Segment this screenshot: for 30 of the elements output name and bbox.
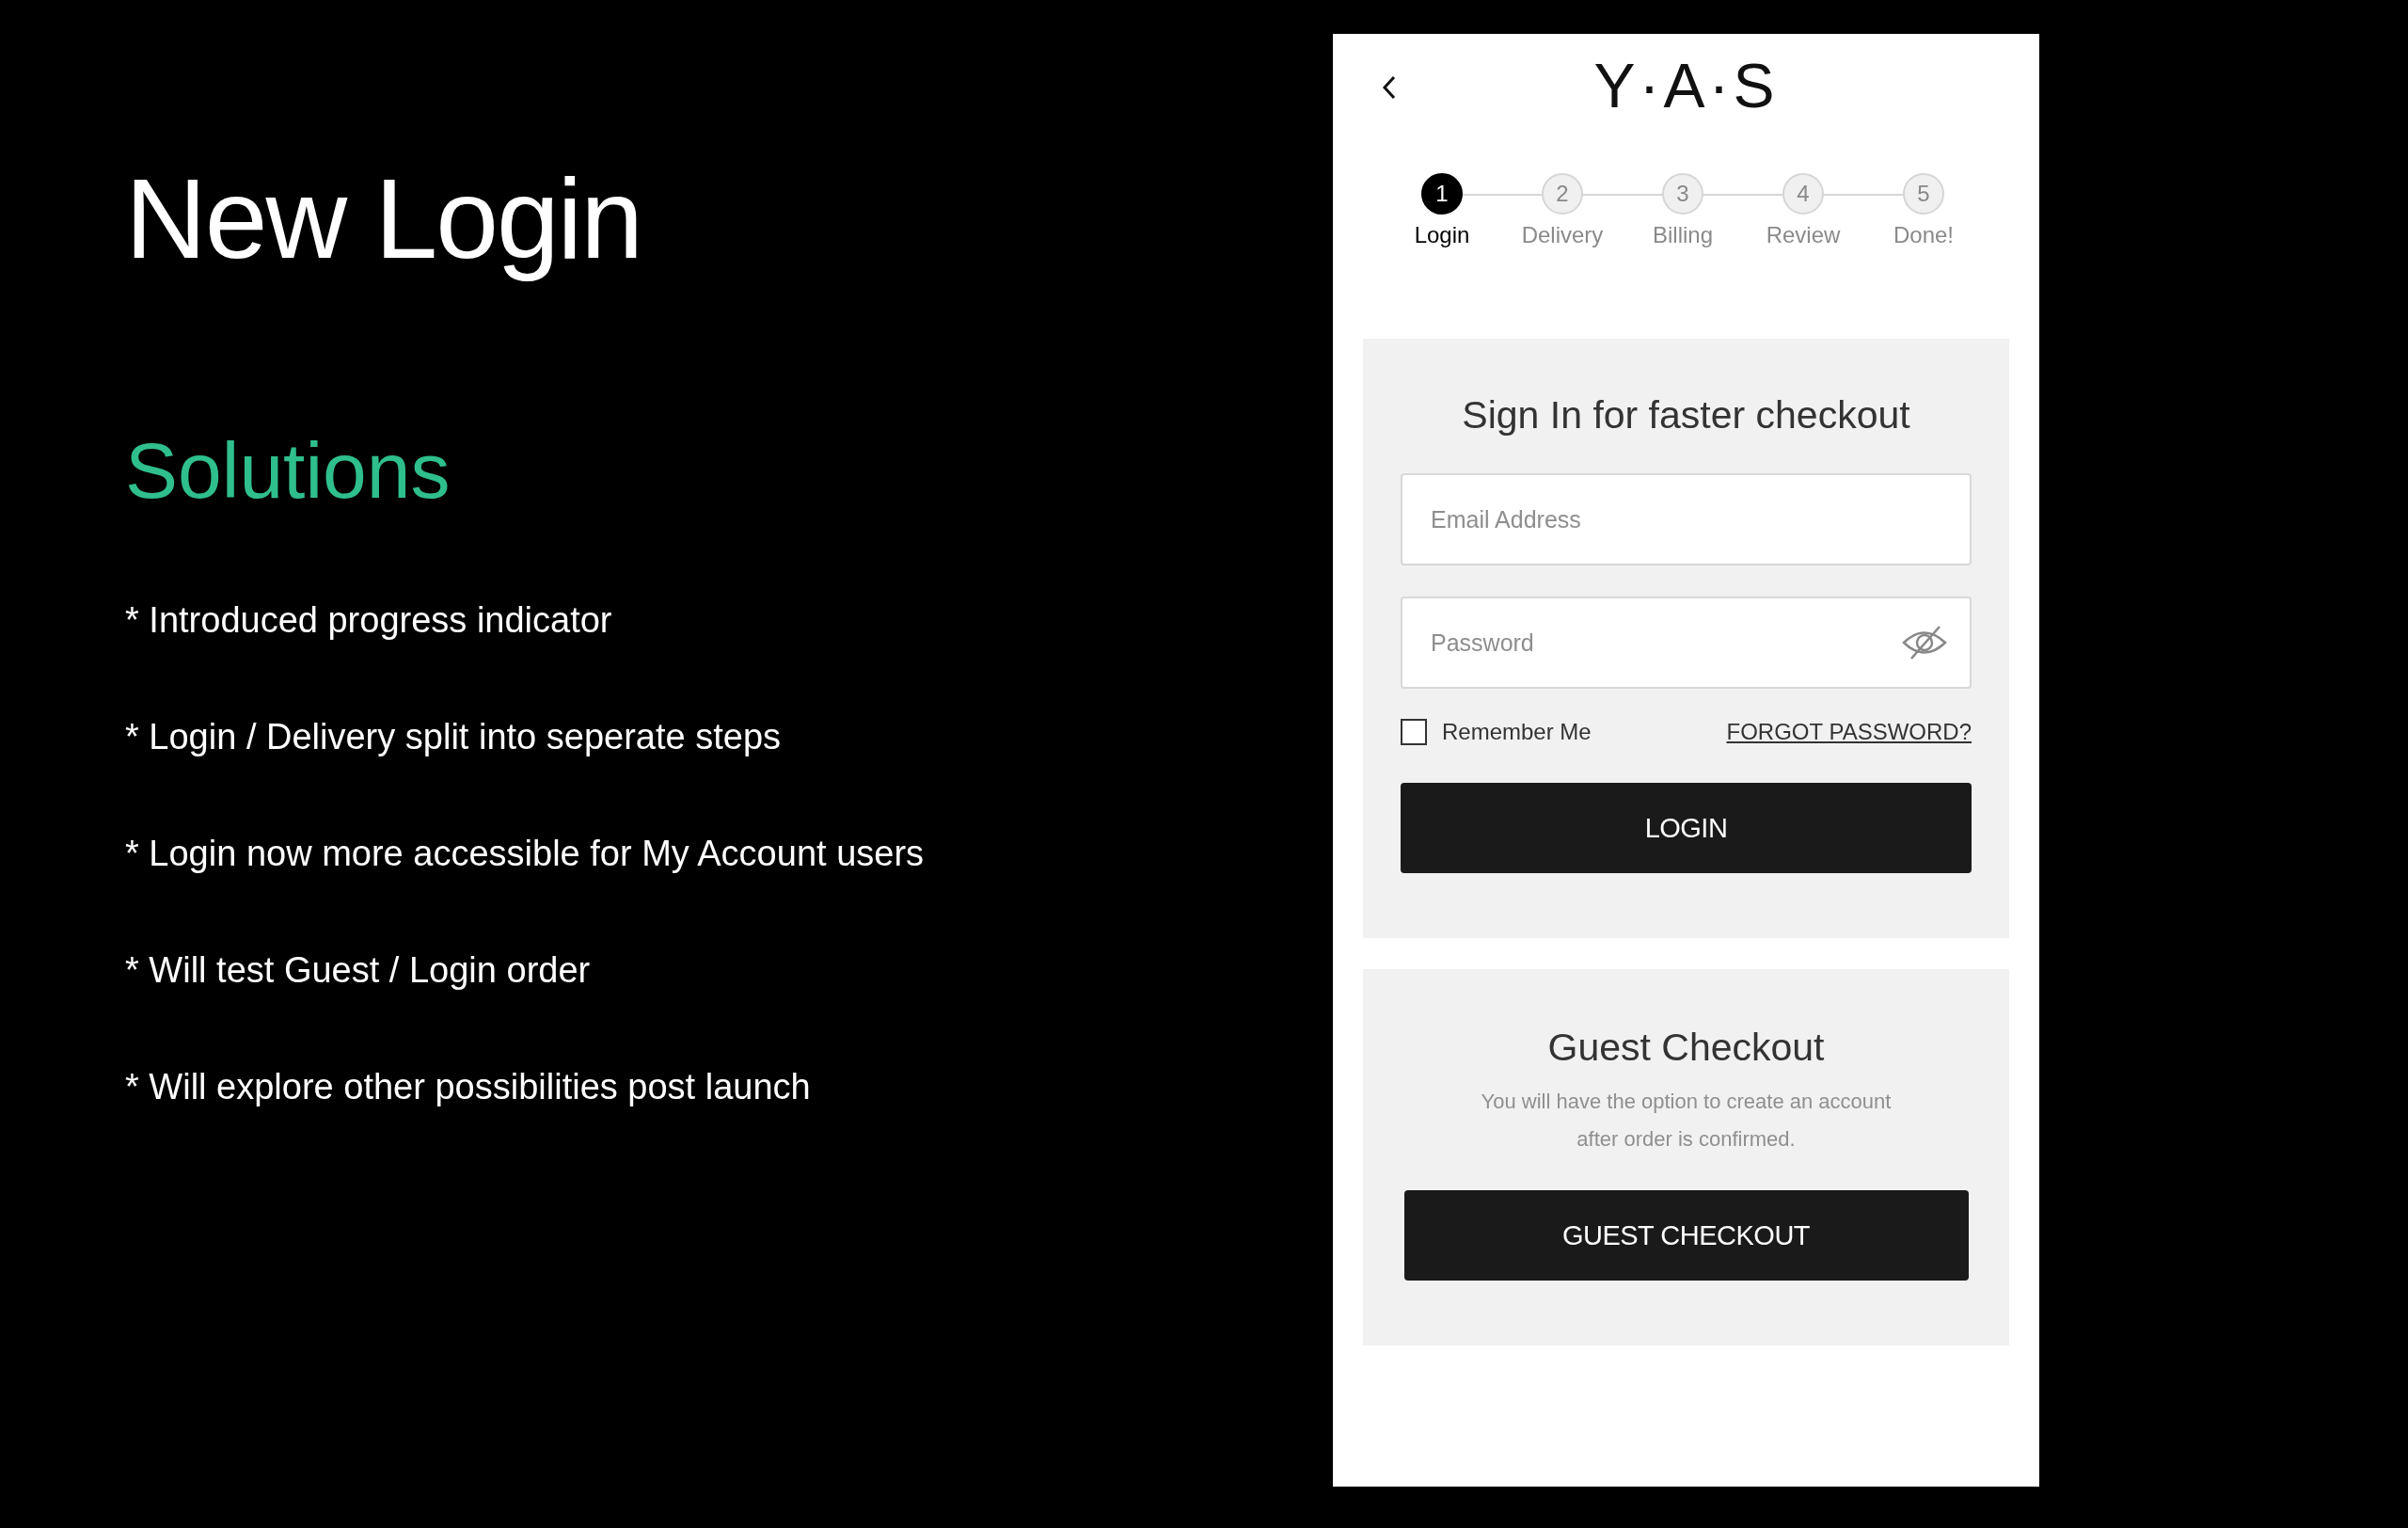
- bullet-point: * Will test Guest / Login order: [125, 949, 592, 993]
- slide-title: New Login: [125, 154, 642, 283]
- step-label: Billing: [1653, 222, 1713, 248]
- hidden-eye-icon[interactable]: [1902, 625, 1947, 661]
- slide-subtitle: Solutions: [125, 427, 452, 515]
- step-label: Review: [1766, 222, 1841, 248]
- step-label: Login: [1414, 222, 1470, 248]
- remember-label: Remember Me: [1442, 719, 1592, 745]
- step-number: 2: [1542, 173, 1583, 215]
- bullet-point: * Will explore other possibilities post launch: [125, 1066, 812, 1109]
- card-title: Guest Checkout: [1547, 1026, 1825, 1070]
- email-field[interactable]: Email Address: [1401, 473, 1972, 565]
- remember-checkbox[interactable]: [1401, 719, 1427, 745]
- step-number: 4: [1782, 173, 1824, 215]
- step-number: 5: [1903, 173, 1944, 215]
- forgot-password-link[interactable]: FORGOT PASSWORD?: [1726, 719, 1972, 745]
- guest-checkout-button[interactable]: GUEST CHECKOUT: [1403, 1190, 1969, 1281]
- bullet-point: * Login now more accessible for My Account users: [125, 833, 926, 876]
- bullet-point: * Login / Delivery split into seperate steps: [125, 716, 783, 759]
- card-title: Sign In for faster checkout: [1462, 393, 1910, 438]
- login-button[interactable]: LOGIN: [1401, 783, 1972, 873]
- guest-description: You will have the option to create an account after order is confirmed.: [1480, 1089, 1893, 1153]
- logo: Y·A·S: [1593, 50, 1779, 121]
- password-field[interactable]: Password: [1401, 597, 1972, 689]
- bullet-point: * Introduced progress indicator: [125, 599, 613, 643]
- step-number: 1: [1421, 173, 1463, 215]
- step-number: 3: [1662, 173, 1703, 215]
- step-label: Delivery: [1521, 222, 1604, 248]
- back-icon[interactable]: [1382, 75, 1397, 100]
- step-label: Done!: [1893, 222, 1954, 248]
